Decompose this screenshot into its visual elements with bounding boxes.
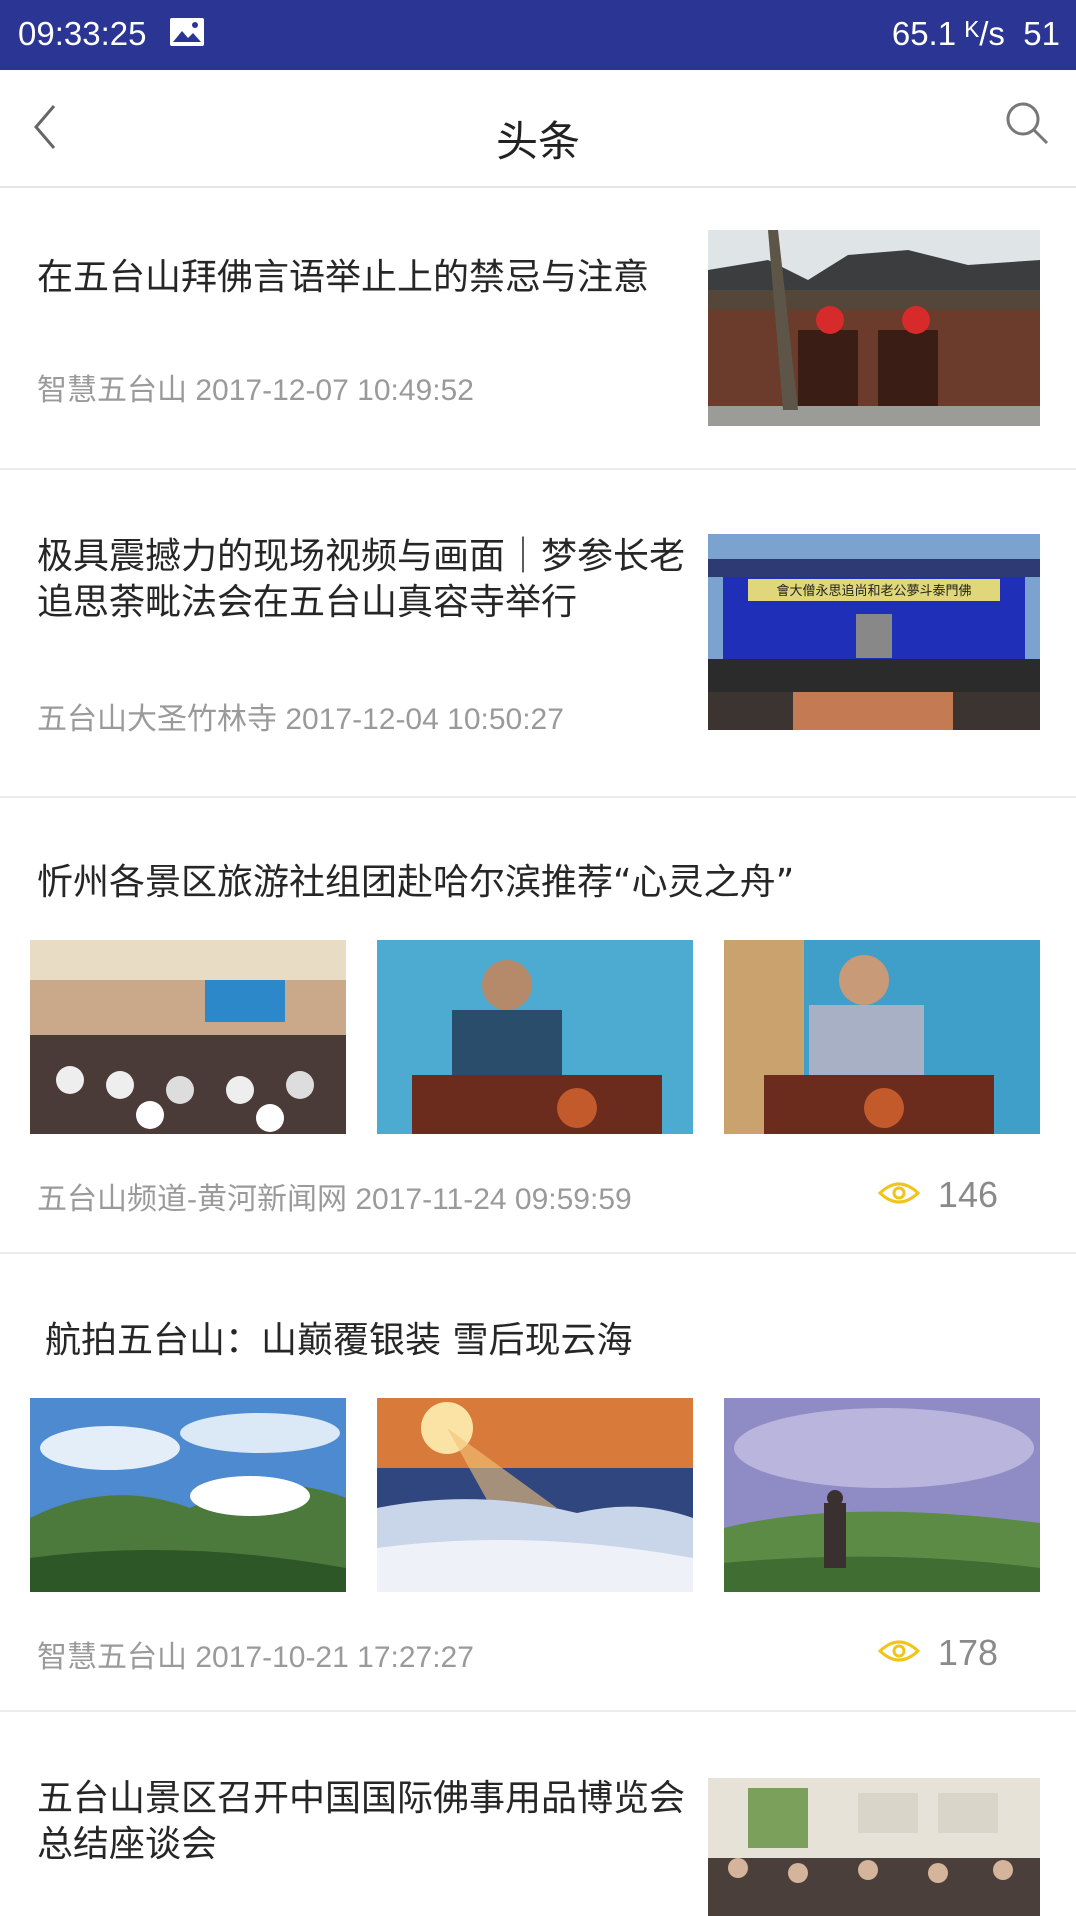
status-bar: 09:33:25 65.1 ᴷ/s 51	[0, 0, 1076, 70]
image-notification-icon	[170, 18, 204, 46]
news-title: 在五台山拜佛言语举止上的禁忌与注意	[37, 257, 650, 298]
news-item[interactable]: 极具震撼力的现场视频与画面｜梦参长老追思荼毗法会在五台山真容寺举行 五台山大圣竹…	[0, 470, 1076, 798]
news-meta: 智慧五台山 2017-12-07 10:49:52	[37, 365, 474, 409]
news-source: 五台山频道-黄河新闻网	[37, 1183, 347, 1216]
news-item[interactable]: 五台山景区召开中国国际佛事用品博览会总结座谈会	[0, 1712, 1076, 1916]
news-thumbnail	[708, 1778, 1040, 1916]
view-count: 178	[937, 1632, 998, 1673]
battery-level: 51	[1023, 15, 1060, 52]
news-meta: 五台山频道-黄河新闻网 2017-11-24 09:59:59	[37, 1174, 632, 1218]
news-item[interactable]: 在五台山拜佛言语举止上的禁忌与注意 智慧五台山 2017-12-07 10:49…	[0, 188, 1076, 470]
news-source: 五台山大圣竹林寺	[37, 703, 277, 736]
news-meta: 智慧五台山 2017-10-21 17:27:27	[37, 1632, 474, 1676]
news-thumbnail	[708, 230, 1040, 426]
status-right: 65.1 ᴷ/s 51	[892, 12, 1060, 56]
news-date: 2017-12-04 10:50:27	[285, 703, 564, 736]
banner-text: 會大僧永思追尚和老公夢斗泰門佛	[776, 583, 971, 599]
news-item[interactable]: 忻州各景区旅游社组团赴哈尔滨推荐“心灵之舟” 五台山频道-黄河新闻网 2017-…	[0, 798, 1076, 1254]
news-source: 智慧五台山	[37, 1641, 187, 1674]
news-thumbnail	[724, 940, 1040, 1134]
news-date: 2017-11-24 09:59:59	[355, 1183, 632, 1216]
news-title: 航拍五台山：山巅覆银装 雪后现云海	[45, 1320, 633, 1361]
news-thumbnail	[377, 1398, 693, 1592]
news-title: 极具震撼力的现场视频与画面｜梦参长老追思荼毗法会在五台山真容寺举行	[37, 536, 686, 623]
search-icon[interactable]	[1002, 98, 1052, 148]
news-thumbnail	[30, 940, 346, 1134]
news-meta: 五台山大圣竹林寺 2017-12-04 10:50:27	[37, 694, 564, 738]
news-thumbnail	[724, 1398, 1040, 1592]
news-thumbnail: 會大僧永思追尚和老公夢斗泰門佛	[708, 534, 1040, 730]
net-speed: 65.1 ᴷ/s	[891, 15, 1005, 52]
view-count: 146	[937, 1174, 998, 1215]
news-thumbnail	[30, 1398, 346, 1592]
eye-icon	[878, 1182, 920, 1204]
page-title: 头条	[495, 117, 580, 166]
news-title: 五台山景区召开中国国际佛事用品博览会总结座谈会	[37, 1778, 686, 1865]
news-date: 2017-12-07 10:49:52	[195, 374, 474, 407]
news-source: 智慧五台山	[37, 374, 187, 407]
app-bar: 头条	[0, 70, 1076, 188]
news-title: 忻州各景区旅游社组团赴哈尔滨推荐“心灵之舟”	[37, 862, 795, 903]
eye-icon	[878, 1640, 920, 1662]
news-item[interactable]: 航拍五台山：山巅覆银装 雪后现云海 智慧五台山 2017-10-21 17:27…	[0, 1254, 1076, 1712]
status-time: 09:33:25	[18, 15, 147, 52]
news-date: 2017-10-21 17:27:27	[195, 1641, 474, 1674]
news-thumbnail	[377, 940, 693, 1134]
